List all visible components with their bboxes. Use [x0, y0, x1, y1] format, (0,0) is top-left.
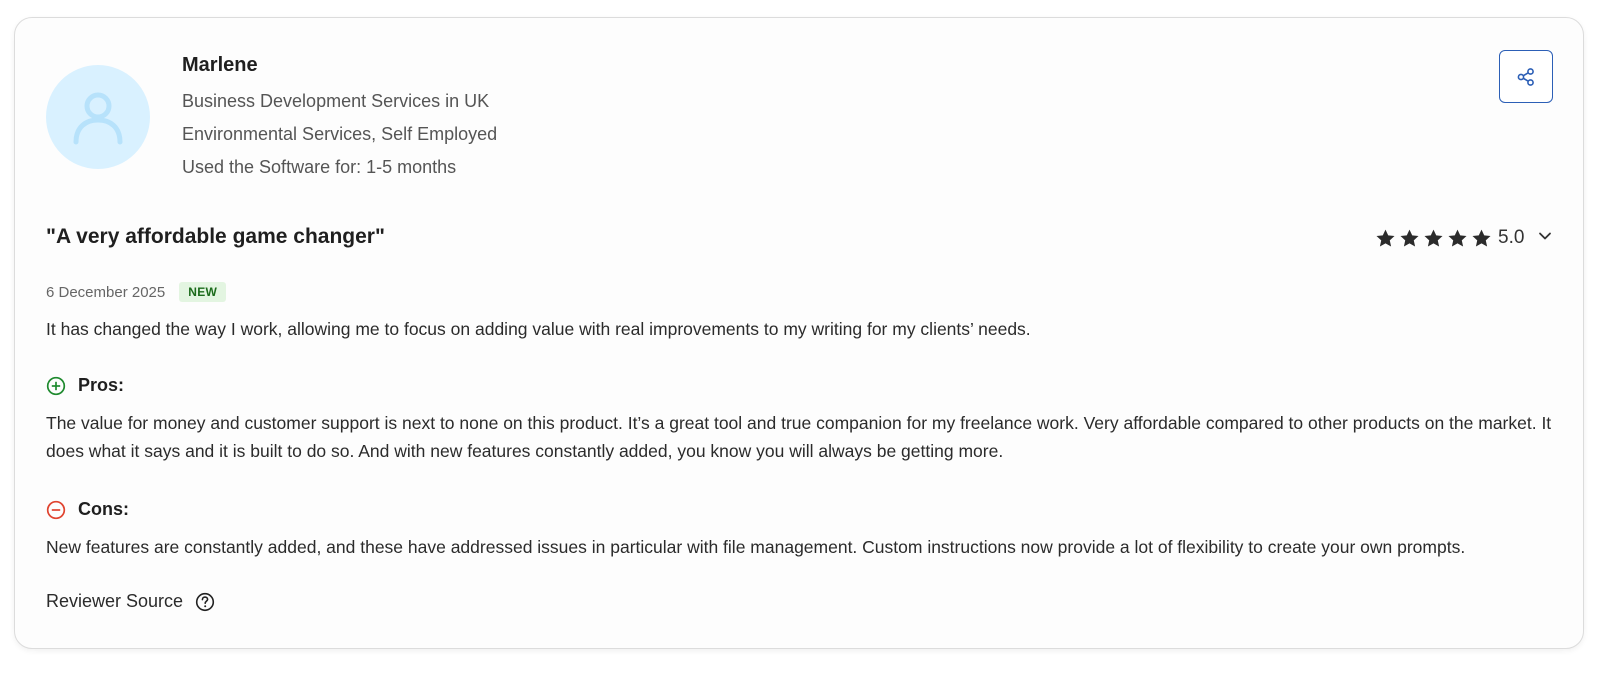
reviewer-source-help[interactable]	[195, 592, 215, 612]
share-icon	[1517, 67, 1534, 86]
reviewer-usage: Used the Software for: 1-5 months	[182, 157, 457, 177]
reviewer-industry: Environmental Services, Self Employed	[182, 124, 498, 144]
pros-label: Pros:	[78, 375, 125, 395]
minus-circle-icon	[46, 500, 66, 519]
review-meta: 6 December 2025 NEW	[46, 282, 227, 302]
reviewer-role: Business Development Services in UK	[182, 91, 490, 111]
reviewer-source-label: Reviewer Source	[46, 591, 184, 611]
review-card: Marlene Business Development Services in…	[14, 17, 1584, 649]
question-circle-icon	[195, 592, 215, 611]
review-summary: It has changed the way I work, allowing …	[46, 319, 1031, 339]
chevron-down-icon	[1539, 232, 1552, 239]
star-icon	[1448, 229, 1467, 247]
pros-text: The value for money and customer support…	[46, 413, 1552, 461]
rating: 5.0	[1375, 225, 1552, 251]
star-icon	[1376, 229, 1395, 247]
pros-heading: Pros:	[46, 375, 124, 396]
expand-rating-button[interactable]	[1538, 229, 1552, 248]
review-date: 6 December 2025	[46, 283, 166, 301]
person-icon	[73, 92, 123, 145]
reviewer-info: Marlene Business Development Services in…	[182, 54, 497, 181]
new-badge: NEW	[179, 282, 227, 302]
rating-stars	[1375, 228, 1492, 249]
reviewer-name: Marlene	[182, 54, 258, 76]
star-icon	[1424, 229, 1443, 247]
cons-label: Cons:	[78, 499, 129, 519]
cons-text: New features are constantly added, and t…	[46, 537, 1466, 557]
review-title: "A very affordable game changer"	[46, 225, 385, 248]
reviewer-source: Reviewer Source	[46, 591, 215, 612]
star-icon	[1400, 229, 1419, 247]
star-icon	[1472, 229, 1491, 247]
share-button[interactable]	[1499, 50, 1553, 103]
reviewer-avatar	[46, 65, 150, 169]
plus-circle-icon	[46, 376, 66, 395]
cons-heading: Cons:	[46, 499, 129, 520]
rating-value: 5.0	[1498, 227, 1525, 248]
